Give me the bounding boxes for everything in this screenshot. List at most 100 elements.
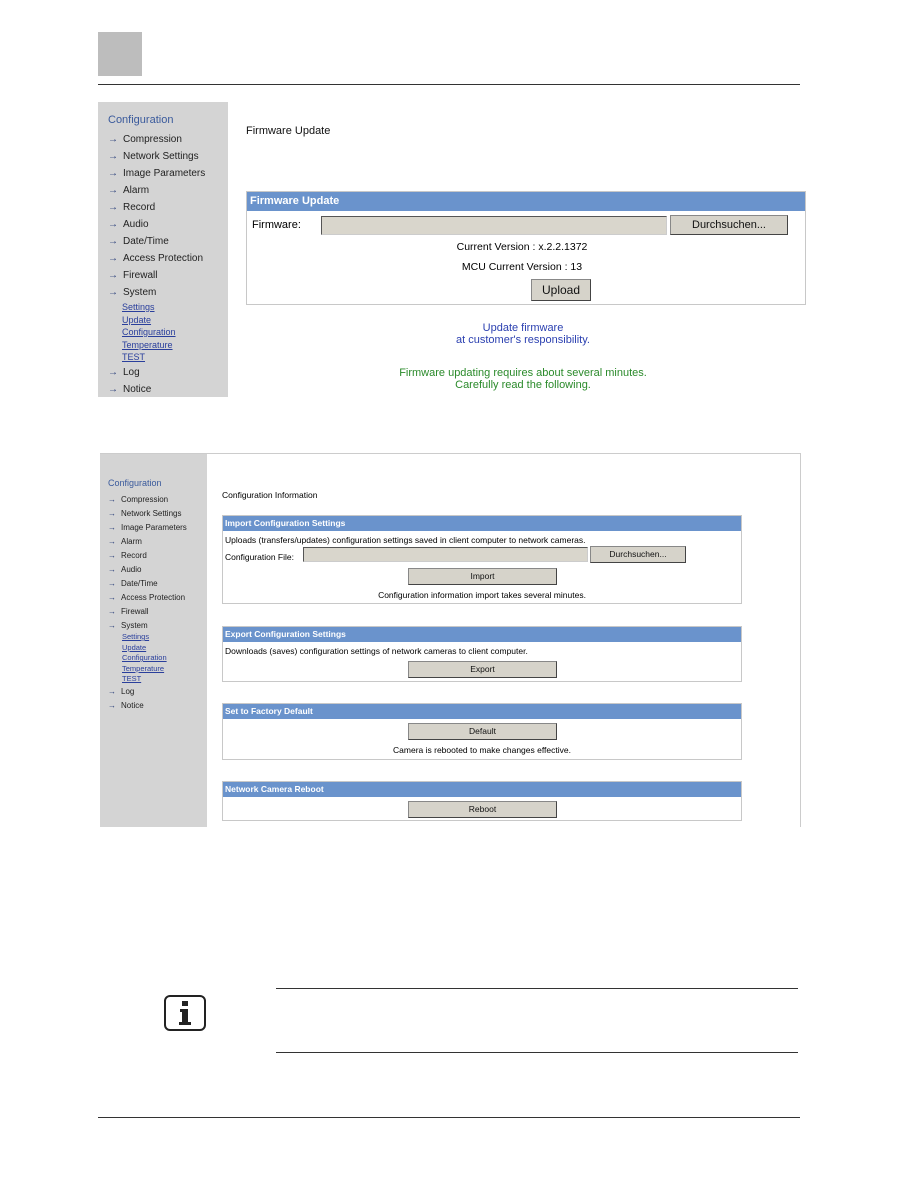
sidebar-title: Configuration	[108, 114, 174, 126]
arrow-right-icon: →	[108, 606, 116, 616]
sidebar-item-label: Alarm	[121, 536, 142, 546]
sidebar-item[interactable]: → Record	[100, 548, 207, 562]
sidebar-item[interactable]: → Record	[98, 199, 228, 216]
arrow-right-icon: →	[108, 494, 116, 504]
panel-title: Export Configuration Settings	[223, 627, 741, 642]
sidebar-item[interactable]: → Image Parameters	[98, 165, 228, 182]
sidebar-subitem[interactable]: Temperature	[100, 664, 207, 675]
config-file-label: Configuration File:	[225, 552, 294, 562]
warning-line2: at customer's responsibility.	[456, 334, 590, 346]
sidebar-item-label: Alarm	[123, 185, 150, 196]
arrow-right-icon: →	[108, 202, 118, 213]
sidebar-item-label: Firewall	[121, 606, 149, 616]
import-note: Configuration information import takes s…	[378, 590, 586, 600]
sidebar-item[interactable]: → Access Protection	[98, 250, 228, 267]
browse-button[interactable]: Durchsuchen...	[670, 215, 788, 235]
sidebar-subitem[interactable]: Configuration	[100, 653, 207, 664]
arrow-right-icon: →	[108, 253, 118, 264]
sidebar-item-label: Date/Time	[121, 578, 158, 588]
upload-button[interactable]: Upload	[531, 279, 591, 301]
arrow-right-icon: →	[108, 564, 116, 574]
panel-title: Import Configuration Settings	[223, 516, 741, 531]
sidebar-item[interactable]: → Audio	[100, 562, 207, 576]
manual-page: Configuration → Compression → Network Settin…	[0, 0, 918, 1188]
warning-line1: Update firmware	[482, 322, 564, 334]
export-panel: Export Configuration Settings Downloads …	[222, 626, 742, 682]
sidebar-item-label: Date/Time	[123, 236, 169, 247]
config-title: Configuration Information	[222, 490, 318, 500]
factory-note: Camera is rebooted to make changes effec…	[393, 745, 571, 755]
sidebar-item[interactable]: → Compression	[98, 131, 228, 148]
sidebar-item-label: Network Settings	[121, 508, 182, 518]
sidebar-subitem[interactable]: Update	[100, 643, 207, 654]
sidebar-item-label: Notice	[123, 383, 152, 395]
arrow-right-icon: →	[108, 383, 118, 395]
arrow-right-icon: →	[108, 578, 116, 588]
note-text: Firmware updating requires about several…	[208, 367, 838, 391]
browse-button[interactable]: Durchsuchen...	[590, 546, 686, 563]
sidebar-item-label: Firewall	[123, 270, 158, 281]
sidebar-item[interactable]: → Firewall	[98, 267, 228, 284]
current-version: Current Version : x.2.2.1372	[456, 241, 588, 253]
default-button[interactable]: Default	[408, 723, 557, 740]
sidebar-item[interactable]: → System	[98, 284, 228, 301]
sidebar-item[interactable]: → Audio	[98, 216, 228, 233]
sidebar-item-label: Network Settings	[123, 151, 199, 162]
arrow-right-icon: →	[108, 185, 118, 196]
arrow-right-icon: →	[108, 134, 118, 145]
import-button[interactable]: Import	[408, 568, 557, 585]
import-description: Uploads (transfers/updates) configuratio…	[225, 535, 586, 545]
sidebar-item[interactable]: → Compression	[100, 492, 207, 506]
sidebar-item[interactable]: → Network Settings	[98, 148, 228, 165]
sidebar-item[interactable]: → Firewall	[100, 604, 207, 618]
note-rule-bottom	[276, 1052, 798, 1053]
header-rule	[98, 84, 800, 85]
sidebar-item-label: Audio	[121, 564, 142, 574]
note-line2: Carefully read the following.	[455, 379, 591, 391]
export-button[interactable]: Export	[408, 661, 557, 678]
sidebar-subitem[interactable]: TEST	[98, 351, 228, 364]
arrow-right-icon: →	[108, 620, 116, 630]
import-panel: Import Configuration Settings Uploads (t…	[222, 515, 742, 604]
sidebar-item-label: System	[121, 620, 148, 630]
export-description: Downloads (saves) configuration settings…	[225, 646, 528, 656]
sidebar-item[interactable]: → Network Settings	[100, 506, 207, 520]
sidebar-subitem[interactable]: Settings	[98, 301, 228, 314]
sidebar-item-label: Log	[123, 366, 140, 378]
config-file-input[interactable]	[303, 547, 588, 562]
sidebar-subitem[interactable]: Settings	[100, 632, 207, 643]
sidebar-title: Configuration	[108, 478, 162, 488]
arrow-right-icon: →	[108, 550, 116, 560]
sidebar-item[interactable]: → Alarm	[98, 182, 228, 199]
sidebar-config: Configuration → Compression → Network Settin…	[100, 454, 207, 827]
sidebar-item-label: Compression	[121, 494, 169, 504]
sidebar-item[interactable]: → Log	[100, 685, 207, 699]
panel-title: Network Camera Reboot	[223, 782, 741, 797]
firmware-label: Firmware:	[252, 219, 301, 231]
sidebar-item[interactable]: → Date/Time	[100, 576, 207, 590]
sidebar-subitem[interactable]: TEST	[100, 674, 207, 685]
arrow-right-icon: →	[108, 219, 118, 230]
sidebar-item[interactable]: → Access Protection	[100, 590, 207, 604]
arrow-right-icon: →	[108, 701, 116, 710]
sidebar-item-label: System	[123, 287, 157, 298]
sidebar-item[interactable]: → System	[100, 618, 207, 632]
sidebar-item[interactable]: → Alarm	[100, 534, 207, 548]
panel-title: Set to Factory Default	[223, 704, 741, 719]
firmware-file-input[interactable]	[321, 216, 667, 235]
sidebar-item[interactable]: → Date/Time	[98, 233, 228, 250]
note-line1: Firmware updating requires about several…	[399, 367, 647, 379]
sidebar-item-label: Log	[121, 687, 135, 696]
sidebar-item-label: Image Parameters	[123, 168, 206, 179]
sidebar-item-label: Access Protection	[121, 592, 186, 602]
footer-rule	[98, 1117, 800, 1118]
arrow-right-icon: →	[108, 151, 118, 162]
sidebar-item[interactable]: → Image Parameters	[100, 520, 207, 534]
chapter-marker	[98, 32, 142, 76]
arrow-right-icon: →	[108, 366, 118, 378]
warning-text: Update firmware at customer's responsibi…	[208, 322, 838, 346]
reboot-button[interactable]: Reboot	[408, 801, 557, 818]
sidebar-item-label: Image Parameters	[121, 522, 187, 532]
factory-panel: Set to Factory Default Default Camera is…	[222, 703, 742, 760]
sidebar-item[interactable]: → Notice	[100, 699, 207, 713]
